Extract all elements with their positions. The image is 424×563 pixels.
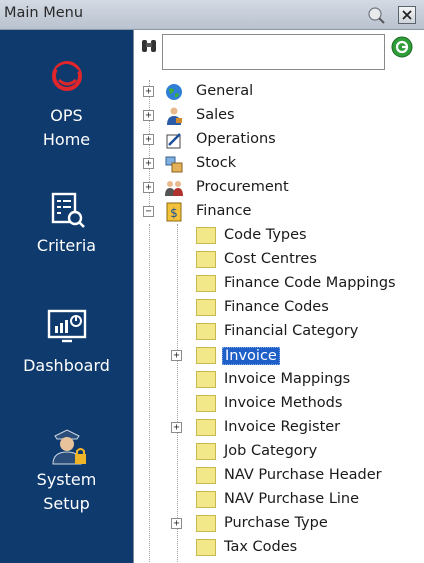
expand-icon[interactable]: + <box>143 134 154 145</box>
tree-node-label: Operations <box>196 131 276 147</box>
folder-icon <box>196 371 216 388</box>
tree-node-finance[interactable]: − $ Finance <box>134 200 424 224</box>
close-icon <box>402 10 412 20</box>
title-bar: Main Menu <box>0 0 424 30</box>
tree-node-label: NAV Purchase Header <box>224 467 382 483</box>
tree-node-label: Finance <box>196 203 252 219</box>
go-search-icon[interactable] <box>391 36 413 62</box>
folder-icon <box>196 299 216 316</box>
tree-node-label: Code Types <box>224 227 307 243</box>
finance-dollar-icon: $ <box>166 202 182 222</box>
operations-icon <box>166 133 181 149</box>
window-title: Main Menu <box>4 5 84 21</box>
tree-node-financial-category[interactable]: Financial Category <box>134 320 424 344</box>
tree-node-finance-code-mappings[interactable]: Finance Code Mappings <box>134 272 424 296</box>
folder-icon <box>196 227 216 244</box>
close-button[interactable] <box>398 6 416 24</box>
tree-node-invoice-methods[interactable]: Invoice Methods <box>134 392 424 416</box>
tree-node-label: Invoice Methods <box>224 395 343 411</box>
sidebar-item-system-setup[interactable]: System Setup <box>0 422 133 516</box>
collapse-icon[interactable]: − <box>143 206 154 217</box>
tree-panel: + General + Sales + Operations + Stock +… <box>133 30 424 563</box>
tree-node-label: Tax Codes <box>224 539 298 555</box>
tree-node-operations[interactable]: + Operations <box>134 128 424 152</box>
folder-icon <box>196 539 216 556</box>
tree-node-general[interactable]: + General <box>134 80 424 104</box>
sidebar-label-ops: OPS <box>50 106 83 125</box>
folder-icon <box>196 443 216 460</box>
tree-node-job-category[interactable]: Job Category <box>134 440 424 464</box>
tree-node-purchase-type[interactable]: + Purchase Type <box>134 512 424 536</box>
tree-node-label: Cost Centres <box>224 251 317 267</box>
folder-icon <box>196 419 216 436</box>
criteria-search-icon <box>51 192 85 228</box>
tree-node-nav-purchase-header[interactable]: NAV Purchase Header <box>134 464 424 488</box>
folder-icon <box>196 491 216 508</box>
folder-icon <box>196 467 216 484</box>
folder-icon <box>196 323 216 340</box>
procurement-people-icon <box>165 181 183 196</box>
globe-icon <box>166 84 182 100</box>
binoculars-icon <box>140 38 158 60</box>
tree-node-label: General <box>196 83 254 99</box>
sidebar-item-dashboard[interactable]: Dashboard <box>0 308 133 378</box>
tree-node-label: Finance Codes <box>224 299 329 315</box>
expand-icon[interactable]: + <box>143 182 154 193</box>
tree-node-label: Purchase Type <box>224 515 328 531</box>
tree-node-label: Finance Code Mappings <box>224 275 396 291</box>
user-lock-icon <box>51 429 86 465</box>
expand-icon[interactable]: + <box>171 350 182 361</box>
expand-icon[interactable]: + <box>171 518 182 529</box>
tree-node-tax-codes[interactable]: Tax Codes <box>134 536 424 560</box>
sidebar-label-dashboard: Dashboard <box>23 356 110 375</box>
tree-node-label: Job Category <box>224 443 318 459</box>
tree-node-finance-codes[interactable]: Finance Codes <box>134 296 424 320</box>
folder-icon <box>196 347 216 364</box>
sales-person-icon <box>167 107 182 125</box>
folder-icon <box>196 515 216 532</box>
tree-node-label: Stock <box>196 155 237 171</box>
sidebar-item-criteria[interactable]: Criteria <box>0 190 133 258</box>
tree-node-stock[interactable]: + Stock <box>134 152 424 176</box>
folder-icon <box>196 251 216 268</box>
folder-icon <box>196 395 216 412</box>
sidebar-label-setup: Setup <box>43 494 90 513</box>
tree-node-cost-centres[interactable]: Cost Centres <box>134 248 424 272</box>
tree-node-invoice-register[interactable]: + Invoice Register <box>134 416 424 440</box>
tree-node-label: Invoice Register <box>224 419 341 435</box>
expand-icon[interactable]: + <box>143 86 154 97</box>
tree-node-label: Financial Category <box>224 323 359 339</box>
expand-icon[interactable]: + <box>143 110 154 121</box>
expand-icon[interactable]: + <box>143 158 154 169</box>
tree-node-code-types[interactable]: Code Types <box>134 224 424 248</box>
tree-node-label: NAV Purchase Line <box>224 491 360 507</box>
tree-node-invoice[interactable]: + Invoice <box>134 344 424 368</box>
svg-text:$: $ <box>170 206 178 220</box>
folder-icon <box>196 275 216 292</box>
sidebar-label-criteria: Criteria <box>36 236 97 255</box>
tree-node-label: Invoice <box>222 347 280 365</box>
expand-icon[interactable]: + <box>171 422 182 433</box>
tree-node-label: Invoice Mappings <box>224 371 351 387</box>
tree-node-invoice-mappings[interactable]: Invoice Mappings <box>134 368 424 392</box>
pin-icon[interactable] <box>366 5 386 25</box>
search-input[interactable] <box>162 34 385 70</box>
tree-node-label: Procurement <box>196 179 289 195</box>
tree-node-sales[interactable]: + Sales <box>134 104 424 128</box>
sidebar: OPS Home Criteria Dashboard System Setup <box>0 30 133 563</box>
sidebar-item-ops-home[interactable]: OPS Home <box>0 58 133 152</box>
sidebar-label-home: Home <box>42 130 91 149</box>
ops-logo-icon <box>51 61 82 91</box>
tree-node-label: Sales <box>196 107 235 123</box>
tree-node-nav-purchase-line[interactable]: NAV Purchase Line <box>134 488 424 512</box>
sidebar-label-system: System <box>36 470 97 489</box>
tree-node-procurement[interactable]: + Procurement <box>134 176 424 200</box>
stock-boxes-icon <box>165 156 183 173</box>
dashboard-monitor-icon <box>47 309 86 343</box>
